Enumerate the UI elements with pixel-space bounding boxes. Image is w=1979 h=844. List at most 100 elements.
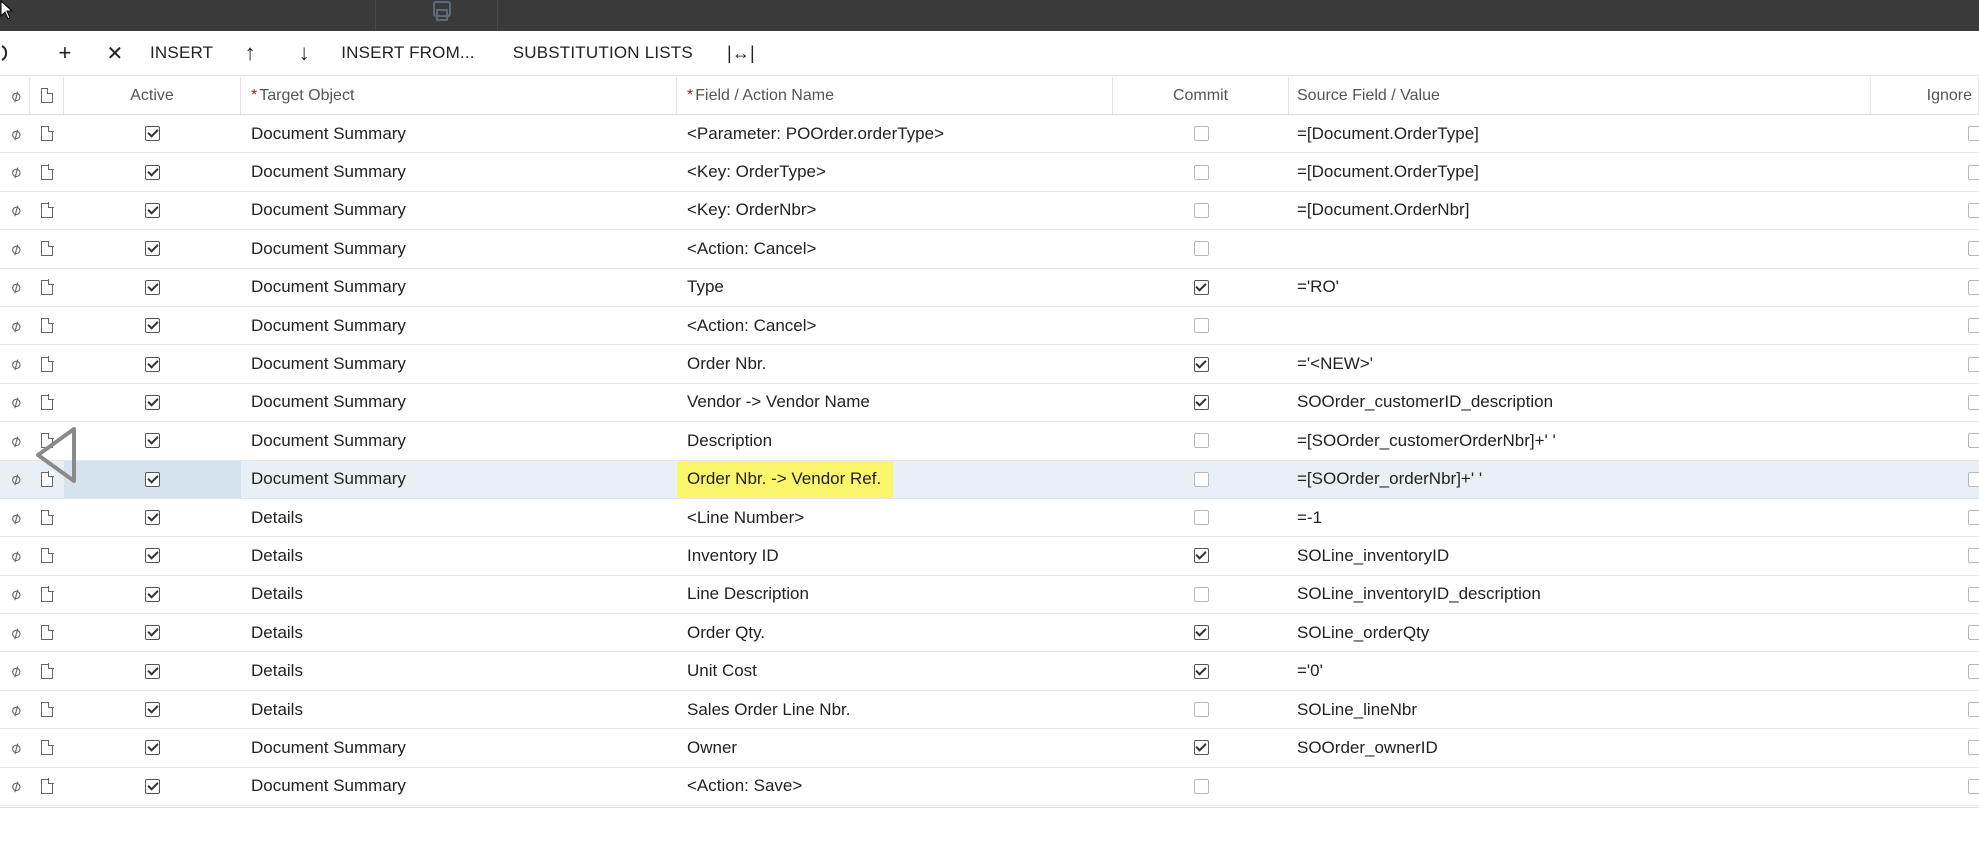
attachment-cell[interactable]: ⌀ bbox=[2, 192, 30, 229]
note-cell[interactable] bbox=[30, 115, 64, 152]
move-up-button[interactable]: ↑ bbox=[235, 31, 265, 76]
active-checkbox[interactable] bbox=[145, 778, 160, 794]
table-row[interactable]: ⌀ Document Summary Vendor -> Vendor Name SO… bbox=[0, 384, 1979, 423]
commit-checkbox[interactable] bbox=[1193, 510, 1209, 526]
field-action-cell[interactable]: Inventory ID bbox=[677, 537, 1113, 574]
note-cell[interactable] bbox=[30, 307, 64, 344]
ignore-cell[interactable] bbox=[1871, 115, 1979, 152]
target-object-cell[interactable]: Document Summary bbox=[241, 115, 677, 152]
table-row[interactable]: ⌀ Document Summary Description =[SOOrder_cu… bbox=[0, 422, 1979, 461]
field-action-cell[interactable]: Order Nbr. bbox=[677, 345, 1113, 382]
video-back-overlay-icon[interactable] bbox=[34, 425, 78, 485]
ignore-cell[interactable] bbox=[1871, 307, 1979, 344]
ignore-checkbox[interactable] bbox=[1968, 356, 1979, 372]
source-field-cell[interactable]: SOOrder_customerID_description bbox=[1289, 384, 1871, 421]
ignore-checkbox[interactable] bbox=[1968, 586, 1979, 602]
notes-column-header[interactable] bbox=[30, 77, 64, 114]
table-row[interactable]: ⌀ Details Sales Order Line Nbr. SOLine_line… bbox=[0, 691, 1979, 730]
source-field-cell[interactable]: ='0' bbox=[1289, 652, 1871, 689]
ignore-checkbox[interactable] bbox=[1968, 471, 1979, 487]
target-object-cell[interactable]: Document Summary bbox=[241, 153, 677, 190]
ignore-cell[interactable] bbox=[1871, 153, 1979, 190]
active-checkbox[interactable] bbox=[145, 126, 160, 142]
ignore-cell[interactable] bbox=[1871, 652, 1979, 689]
commit-checkbox[interactable] bbox=[1193, 279, 1209, 295]
field-action-cell[interactable]: <Parameter: POOrder.orderType> bbox=[677, 115, 1113, 152]
field-action-cell[interactable]: Line Description bbox=[677, 576, 1113, 613]
active-cell[interactable] bbox=[64, 230, 241, 267]
ignore-checkbox[interactable] bbox=[1968, 394, 1979, 410]
note-cell[interactable] bbox=[30, 192, 64, 229]
attachments-column-header[interactable]: ⌀ bbox=[2, 77, 30, 114]
commit-checkbox[interactable] bbox=[1193, 126, 1209, 142]
attachment-cell[interactable]: ⌀ bbox=[2, 576, 30, 613]
commit-cell[interactable] bbox=[1113, 499, 1289, 536]
move-down-button[interactable]: ↓ bbox=[289, 31, 319, 76]
commit-checkbox[interactable] bbox=[1193, 471, 1209, 487]
active-checkbox[interactable] bbox=[145, 318, 160, 334]
commit-checkbox[interactable] bbox=[1193, 202, 1209, 218]
source-field-cell[interactable]: SOOrder_ownerID bbox=[1289, 729, 1871, 766]
active-cell[interactable] bbox=[64, 345, 241, 382]
active-cell[interactable] bbox=[64, 499, 241, 536]
source-field-column-header[interactable]: Source Field / Value bbox=[1289, 77, 1871, 114]
active-cell[interactable] bbox=[64, 652, 241, 689]
target-object-cell[interactable]: Document Summary bbox=[241, 269, 677, 306]
target-object-cell[interactable]: Document Summary bbox=[241, 729, 677, 766]
source-field-cell[interactable]: ='<NEW>' bbox=[1289, 345, 1871, 382]
field-action-cell[interactable]: Unit Cost bbox=[677, 652, 1113, 689]
active-cell[interactable] bbox=[64, 307, 241, 344]
attachment-cell[interactable]: ⌀ bbox=[2, 461, 30, 498]
ignore-cell[interactable] bbox=[1871, 499, 1979, 536]
commit-cell[interactable] bbox=[1113, 230, 1289, 267]
commit-checkbox[interactable] bbox=[1193, 241, 1209, 257]
target-object-cell[interactable]: Details bbox=[241, 499, 677, 536]
note-cell[interactable] bbox=[30, 269, 64, 306]
field-action-cell[interactable]: <Action: Cancel> bbox=[677, 307, 1113, 344]
field-action-cell[interactable]: Vendor -> Vendor Name bbox=[677, 384, 1113, 421]
target-object-cell[interactable]: Document Summary bbox=[241, 192, 677, 229]
attachment-cell[interactable]: ⌀ bbox=[2, 230, 30, 267]
commit-checkbox[interactable] bbox=[1193, 586, 1209, 602]
commit-cell[interactable] bbox=[1113, 269, 1289, 306]
source-field-cell[interactable]: =[SOOrder_customerOrderNbr]+' ' bbox=[1289, 422, 1871, 459]
commit-cell[interactable] bbox=[1113, 768, 1289, 805]
attachment-cell[interactable]: ⌀ bbox=[2, 307, 30, 344]
source-field-cell[interactable] bbox=[1289, 307, 1871, 344]
note-cell[interactable] bbox=[30, 230, 64, 267]
active-cell[interactable] bbox=[64, 153, 241, 190]
table-row[interactable]: ⌀ Document Summary <Parameter: POOrder.ord… bbox=[0, 115, 1979, 154]
ignore-cell[interactable] bbox=[1871, 537, 1979, 574]
note-cell[interactable] bbox=[30, 576, 64, 613]
attachment-cell[interactable]: ⌀ bbox=[2, 614, 30, 651]
ignore-cell[interactable] bbox=[1871, 691, 1979, 728]
target-object-cell[interactable]: Document Summary bbox=[241, 384, 677, 421]
note-cell[interactable] bbox=[30, 729, 64, 766]
active-cell[interactable] bbox=[64, 115, 241, 152]
commit-cell[interactable] bbox=[1113, 153, 1289, 190]
ignore-checkbox[interactable] bbox=[1968, 318, 1979, 334]
source-field-cell[interactable]: SOLine_lineNbr bbox=[1289, 691, 1871, 728]
ignore-checkbox[interactable] bbox=[1968, 164, 1979, 180]
commit-checkbox[interactable] bbox=[1193, 433, 1209, 449]
source-field-cell[interactable]: =[SOOrder_orderNbr]+' ' bbox=[1289, 461, 1871, 498]
table-row[interactable]: ⌀ Details Order Qty. SOLine_orderQty bbox=[0, 614, 1979, 653]
source-field-cell[interactable]: =[Document.OrderType] bbox=[1289, 153, 1871, 190]
source-field-cell[interactable]: SOLine_orderQty bbox=[1289, 614, 1871, 651]
active-checkbox[interactable] bbox=[145, 510, 160, 526]
substitution-lists-button[interactable]: SUBSTITUTION LISTS bbox=[513, 31, 693, 76]
active-cell[interactable] bbox=[64, 384, 241, 421]
target-object-cell[interactable]: Details bbox=[241, 652, 677, 689]
active-column-header[interactable]: Active bbox=[64, 77, 241, 114]
ignore-checkbox[interactable] bbox=[1968, 202, 1979, 218]
commit-cell[interactable] bbox=[1113, 384, 1289, 421]
field-action-cell[interactable]: Sales Order Line Nbr. bbox=[677, 691, 1113, 728]
commit-cell[interactable] bbox=[1113, 115, 1289, 152]
attachment-cell[interactable]: ⌀ bbox=[2, 345, 30, 382]
active-checkbox[interactable] bbox=[145, 356, 160, 372]
commit-column-header[interactable]: Commit bbox=[1113, 77, 1289, 114]
active-cell[interactable] bbox=[64, 614, 241, 651]
table-row[interactable]: ⌀ Document Summary Owner SOOrder_ownerID bbox=[0, 729, 1979, 768]
target-object-cell[interactable]: Document Summary bbox=[241, 307, 677, 344]
table-row[interactable]: ⌀ Document Summary <Action: Save> bbox=[0, 768, 1979, 807]
